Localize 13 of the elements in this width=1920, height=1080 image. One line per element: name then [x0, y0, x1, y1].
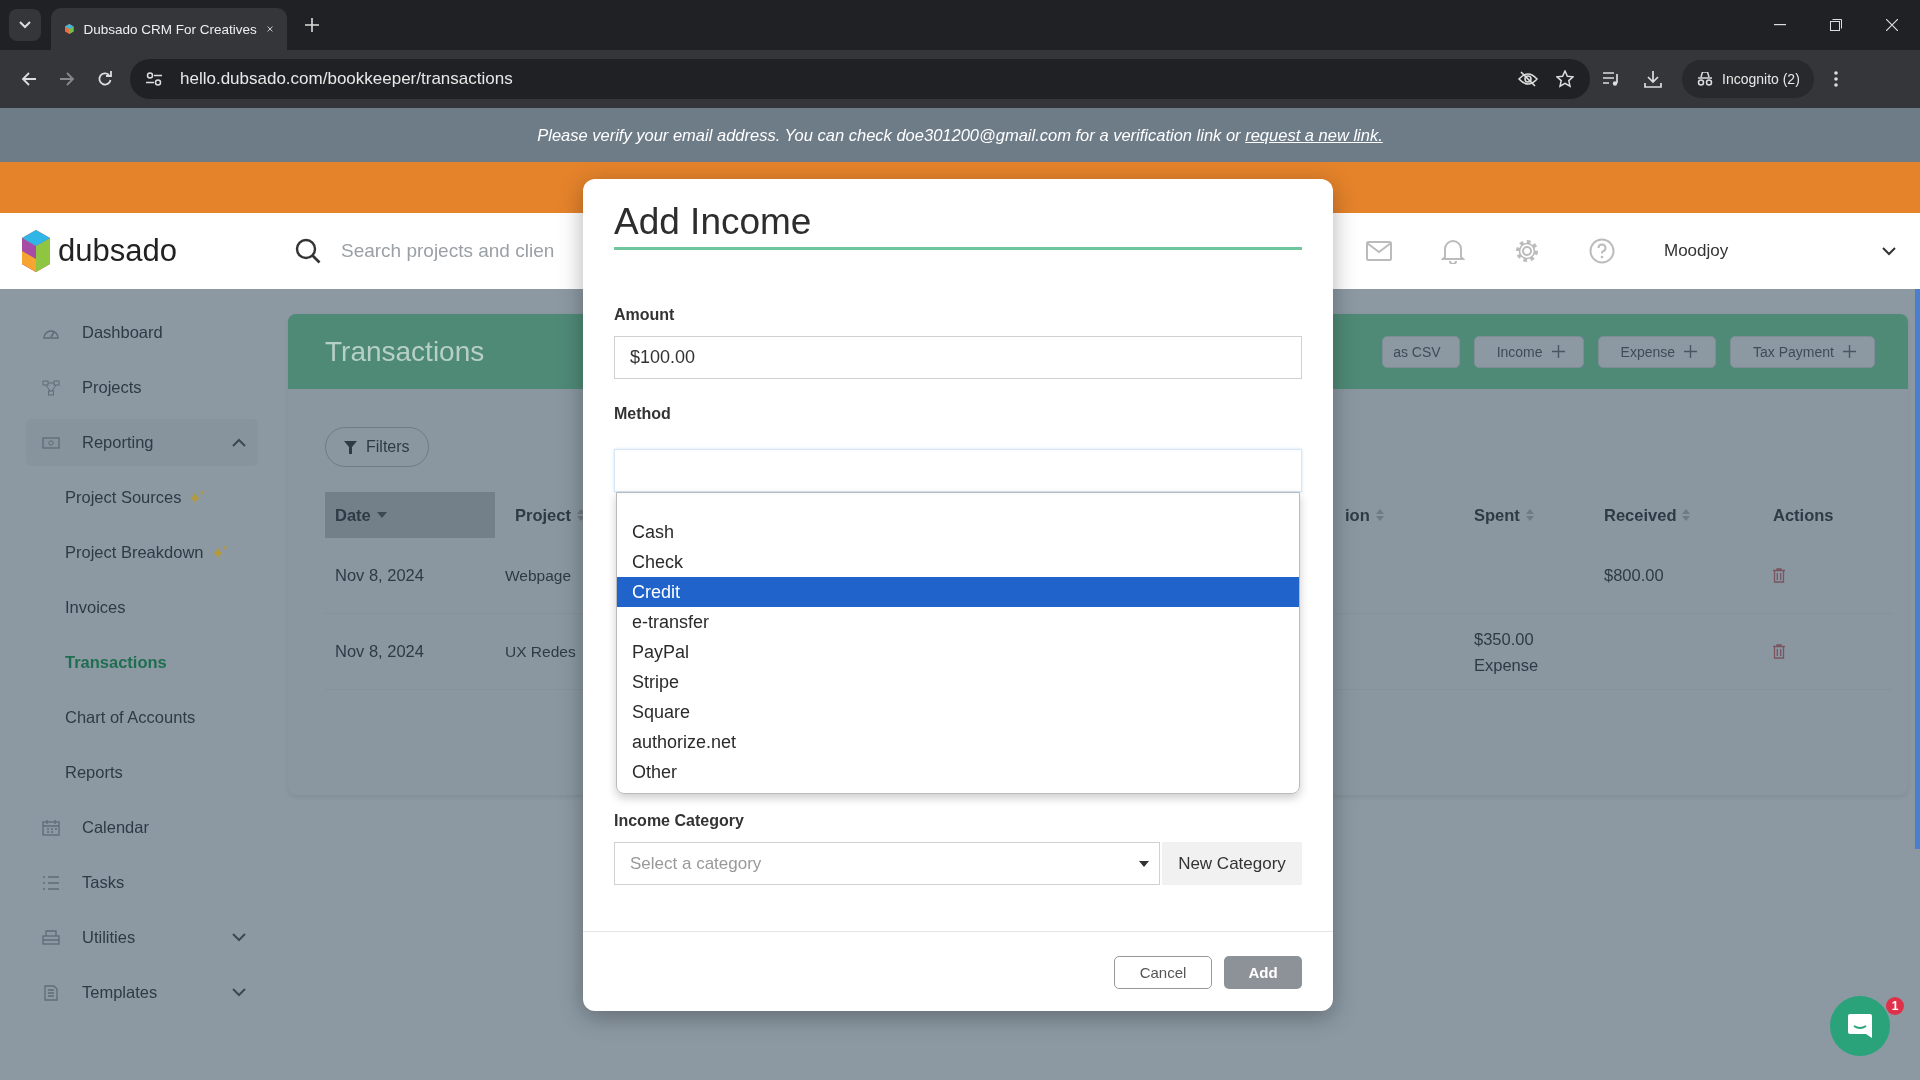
- table-cell: Nov 8, 2024: [335, 566, 424, 585]
- verification-notice: Please verify your email address. You can check doe301200@gmail.com for a verification link or request a new link.: [537, 125, 1383, 145]
- field-label: Income Category: [614, 812, 745, 830]
- notification-badge: 1: [1886, 997, 1904, 1015]
- page-title: Transactions: [325, 335, 485, 368]
- table-cell: $800.00: [1604, 566, 1664, 585]
- table-cell-text: $350.00 Expense: [1474, 628, 1539, 676]
- field-label: Method: [614, 405, 672, 423]
- table-cell: Webpage: [505, 566, 572, 585]
- field-label: Amount: [614, 306, 676, 324]
- table-cell: Nov 8, 2024: [335, 642, 424, 661]
- table-cell: UX Redes: [505, 642, 576, 661]
- dialog-title: Add Income: [614, 201, 812, 242]
